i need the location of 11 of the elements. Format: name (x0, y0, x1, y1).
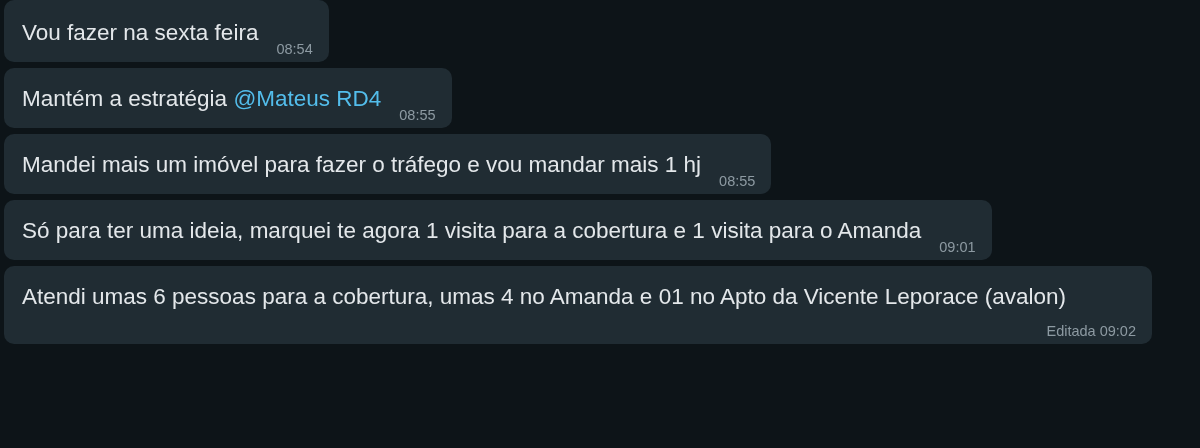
message-text: Mandei mais um imóvel para fazer o tráfego e vou mandar mais 1 hj (22, 151, 702, 179)
message-text: Mantém a estratégia @Mateus RD4 (22, 85, 382, 113)
message-text: Vou fazer na sexta feira (22, 19, 259, 47)
message-time: 08:55 (718, 172, 756, 190)
message-time: 08:54 (275, 40, 313, 58)
message-text: Só para ter uma ideia, marquei te agora 1 visita para a cobertura e 1 visita para o Amanda (22, 217, 922, 245)
message-text: Atendi umas 6 pessoas para a cobertura, umas 4 no Amanda e 01 no Apto da Vicente Leporace (avalon) (22, 283, 1067, 311)
message-time: 09:01 (938, 238, 976, 256)
message-time: Editada 09:02 (1045, 322, 1136, 340)
mention-link[interactable]: @Mateus RD4 (233, 86, 382, 111)
message-time: 08:55 (398, 106, 436, 124)
